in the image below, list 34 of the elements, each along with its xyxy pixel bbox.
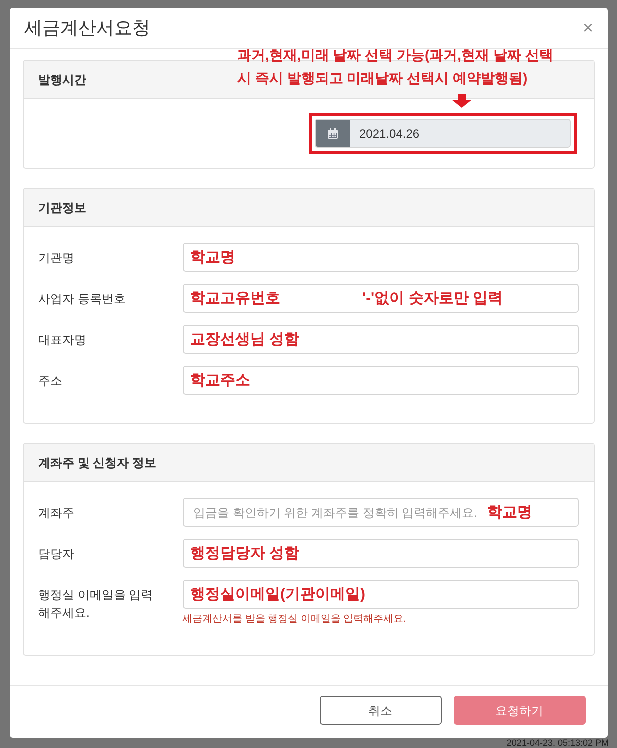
- annotation-text: 과거,현재,미래 날짜 선택 가능(과거,현재 날짜 선택: [238, 46, 554, 65]
- cancel-button[interactable]: 취소: [320, 696, 442, 725]
- date-field[interactable]: 2021.04.26: [314, 119, 570, 148]
- help-text: 세금계산서를 받을 행정실 이메일을 입력해주세요.: [182, 613, 408, 627]
- input-field[interactable]: [182, 284, 578, 313]
- annotation-text: 학교주소: [190, 371, 250, 391]
- annotation-text: 교장선생님 성함: [190, 330, 300, 350]
- annotation-text: 학교고유번호: [190, 289, 280, 309]
- input-field[interactable]: [182, 243, 578, 272]
- input-field[interactable]: [182, 580, 578, 609]
- field-label: 행정실 이메일을 입력 해주세요.: [38, 587, 154, 622]
- annotation-text: 학교명: [190, 248, 236, 268]
- timestamp: 2021-04-23. 05:13:02 PM: [506, 738, 609, 748]
- panel-title: 발행시간: [38, 72, 86, 88]
- annotation-text: 행정실이메일(기관이메일): [190, 585, 366, 605]
- field-label: 대표자명: [38, 332, 88, 349]
- annotation-text: 시 즉시 발행되고 미래날짜 선택시 예약발행됨): [238, 69, 529, 88]
- field-label: 기관명: [38, 250, 76, 267]
- input-field[interactable]: [182, 539, 578, 568]
- annotation-text: '-'없이 숫자로만 입력: [362, 289, 503, 309]
- panel-title: 기관정보: [38, 200, 86, 216]
- down-arrow-icon: [452, 94, 472, 108]
- input-field[interactable]: [182, 325, 578, 354]
- input-field[interactable]: [182, 366, 578, 395]
- annotation-text: 학교명: [488, 503, 532, 523]
- field-label: 사업자 등록번호: [38, 291, 127, 308]
- panel-title: 계좌주 및 신청자 정보: [38, 454, 157, 472]
- field-label: 주소: [38, 373, 64, 390]
- field-label: 담당자: [38, 546, 76, 563]
- dialog-title: 세금계산서요청: [24, 16, 150, 40]
- calendar-icon: [326, 128, 338, 140]
- field-label: 계좌주: [38, 505, 76, 522]
- annotation-text: 행정담당자 성함: [190, 544, 300, 564]
- close-button[interactable]: ×: [582, 19, 594, 37]
